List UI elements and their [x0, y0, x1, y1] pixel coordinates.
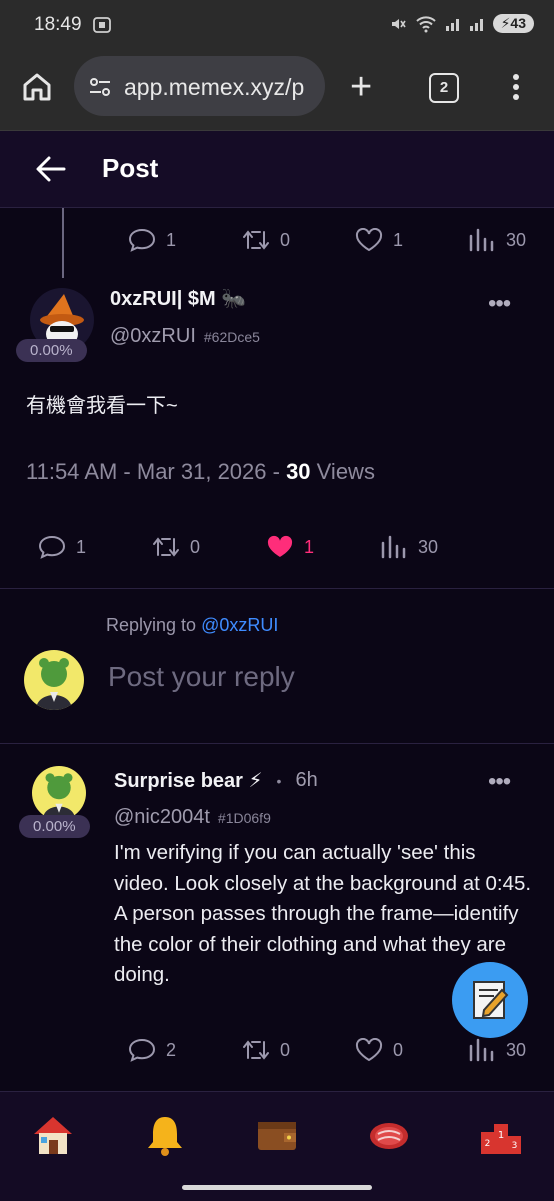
author-handle[interactable]: @0xzRUI [110, 325, 196, 348]
post-comment-button[interactable]: 1 [38, 535, 86, 559]
views-chart-icon [381, 535, 406, 559]
tab-switcher-button[interactable]: 2 [429, 73, 459, 103]
comment-count: 1 [166, 229, 177, 250]
reply-handle[interactable]: @nic2004t [114, 806, 210, 829]
repost-count: 0 [190, 536, 201, 557]
battery-level: 43 [510, 15, 526, 31]
like-count: 1 [304, 536, 315, 557]
repost-button[interactable]: 0 [242, 228, 290, 252]
reply-handle-row: @nic2004t #1D06f9 [114, 806, 271, 829]
divider [0, 588, 554, 589]
reply-input[interactable] [106, 660, 530, 694]
repost-icon [243, 230, 269, 250]
svg-text:3: 3 [512, 1141, 518, 1151]
steak-icon[interactable] [366, 1112, 412, 1158]
wifi-icon [415, 15, 436, 32]
home-button[interactable] [20, 70, 54, 104]
comment-icon [128, 1038, 156, 1062]
post-text: 有機會我看一下~ [26, 395, 178, 417]
like-button[interactable]: 1 [355, 228, 403, 252]
reply-repost-button[interactable]: 0 [242, 1038, 290, 1062]
leaderboard-icon[interactable]: 1 2 3 [478, 1112, 524, 1158]
comment-count: 2 [166, 1039, 177, 1060]
screen-record-icon [93, 17, 111, 33]
replying-to-handle[interactable]: @0xzRUI [201, 615, 278, 635]
views-count: 30 [418, 536, 439, 557]
post-views-label: Views [310, 459, 375, 484]
author-hash: #62Dce5 [203, 329, 260, 345]
more-options-icon[interactable]: ••• [488, 290, 511, 318]
divider [0, 743, 554, 744]
heart-icon [355, 228, 383, 252]
post-meta: 11:54 AM - Mar 31, 2026 - 30 Views [26, 459, 375, 485]
page-title: Post [102, 153, 159, 183]
comment-button[interactable]: 1 [128, 228, 176, 252]
score-badge: 0.00% [16, 339, 87, 362]
post-views-count: 30 [286, 459, 311, 484]
reply-views-button[interactable]: 30 [468, 1038, 526, 1062]
reply-author-avatar[interactable] [32, 766, 86, 820]
views-count: 30 [506, 1039, 527, 1060]
compose-icon [473, 981, 509, 1019]
post-like-button[interactable]: 1 [266, 535, 314, 559]
reply-hash: #1D06f9 [217, 810, 271, 826]
author-handle-row: @0xzRUI #62Dce5 [110, 325, 260, 348]
views-chart-icon [469, 228, 494, 252]
more-menu-icon[interactable] [508, 70, 524, 104]
charging-icon: ⚡ [500, 15, 511, 31]
reply-score-badge: 0.00% [19, 815, 90, 838]
repost-icon [243, 1040, 269, 1060]
svg-text:1: 1 [498, 1130, 504, 1141]
header-divider [0, 207, 554, 208]
battery-badge: ⚡43 [492, 14, 534, 33]
url-text[interactable]: app.memex.xyz/p [124, 74, 314, 101]
page-header [0, 131, 554, 207]
heart-icon [355, 1038, 383, 1062]
heart-filled-icon [267, 535, 293, 557]
like-count: 1 [393, 229, 404, 250]
reply-author-row: Surprise bear ⚡ • 6h [114, 768, 318, 793]
reply-like-button[interactable]: 0 [355, 1038, 403, 1062]
thread-line [62, 208, 64, 278]
views-count: 30 [506, 229, 527, 250]
reply-time: 6h [295, 769, 318, 791]
reply-comment-button[interactable]: 2 [128, 1038, 176, 1062]
post-timestamp: 11:54 AM - Mar 31, 2026 - [26, 459, 287, 484]
svg-text:2: 2 [485, 1139, 491, 1149]
site-settings-icon[interactable] [88, 76, 112, 98]
separator-dot: • [276, 772, 282, 789]
new-tab-button[interactable]: + [350, 68, 372, 106]
signal-icon-2 [469, 18, 483, 31]
post-views-button[interactable]: 30 [380, 535, 438, 559]
status-time: 18:49 [34, 14, 82, 35]
reply-author-name[interactable]: Surprise bear ⚡ [114, 768, 263, 793]
signal-icon [445, 18, 459, 31]
mute-icon [391, 18, 406, 29]
back-arrow-icon[interactable] [34, 152, 68, 186]
comment-count: 1 [76, 536, 87, 557]
repost-count: 0 [280, 1039, 291, 1060]
post-repost-button[interactable]: 0 [152, 535, 200, 559]
bell-icon[interactable] [142, 1112, 188, 1158]
replying-to: Replying to @0xzRUI [106, 615, 278, 636]
repost-icon [153, 537, 179, 557]
author-name[interactable]: 0xzRUI| $M 🐜 [110, 286, 246, 311]
reply-more-options-icon[interactable]: ••• [488, 768, 511, 796]
like-count: 0 [393, 1039, 404, 1060]
comment-icon [128, 228, 156, 252]
home-indicator[interactable] [182, 1185, 372, 1190]
views-button[interactable]: 30 [468, 228, 526, 252]
compose-button[interactable] [452, 962, 528, 1038]
my-avatar[interactable] [24, 650, 84, 710]
repost-count: 0 [280, 229, 291, 250]
status-icons: ⚡43 [389, 14, 534, 33]
comment-icon [38, 535, 66, 559]
home-icon[interactable] [30, 1112, 76, 1158]
replying-to-label: Replying to [106, 615, 202, 635]
views-chart-icon [469, 1038, 494, 1062]
wallet-icon[interactable] [254, 1112, 300, 1158]
